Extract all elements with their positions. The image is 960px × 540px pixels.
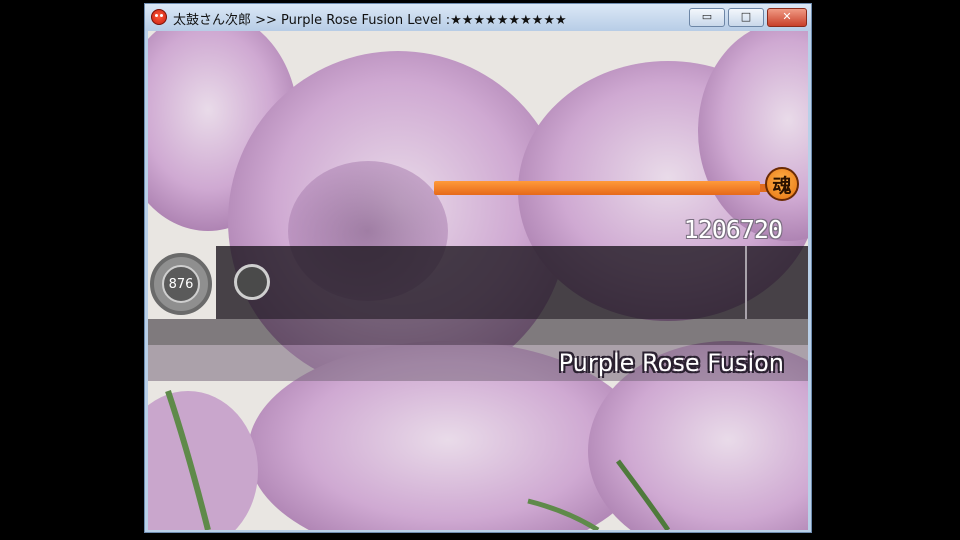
bar-line [745, 246, 747, 319]
game-window: 太鼓さん次郎 >> Purple Rose Fusion Level :★★★★… [144, 3, 812, 533]
combo-counter: 876 [162, 265, 200, 303]
close-button[interactable]: ✕ [767, 8, 807, 27]
note-lane [216, 246, 808, 319]
maximize-icon: □ [740, 10, 752, 23]
app-icon[interactable] [151, 9, 167, 25]
soul-icon: 魂 [765, 167, 799, 201]
score-display: 1206720 [683, 215, 783, 244]
soul-gauge [434, 181, 774, 195]
lane-shadow-strip [148, 319, 808, 345]
song-title: Purple Rose Fusion [558, 349, 784, 377]
minimize-icon: ▭ [701, 10, 713, 23]
soul-gauge-fill [434, 181, 761, 195]
title-bar[interactable]: 太鼓さん次郎 >> Purple Rose Fusion Level :★★★★… [145, 4, 811, 31]
maximize-button[interactable]: □ [728, 8, 764, 27]
window-controls: ▭ □ ✕ [689, 8, 807, 27]
minimize-button[interactable]: ▭ [689, 8, 725, 27]
drum-icon: 876 [150, 253, 212, 315]
hit-target-circle [234, 264, 270, 300]
close-icon: ✕ [782, 10, 792, 23]
window-title: 太鼓さん次郎 >> Purple Rose Fusion Level :★★★★… [173, 13, 567, 28]
game-viewport[interactable]: 魂 1206720 876 Purple Rose Fusion [148, 31, 808, 530]
